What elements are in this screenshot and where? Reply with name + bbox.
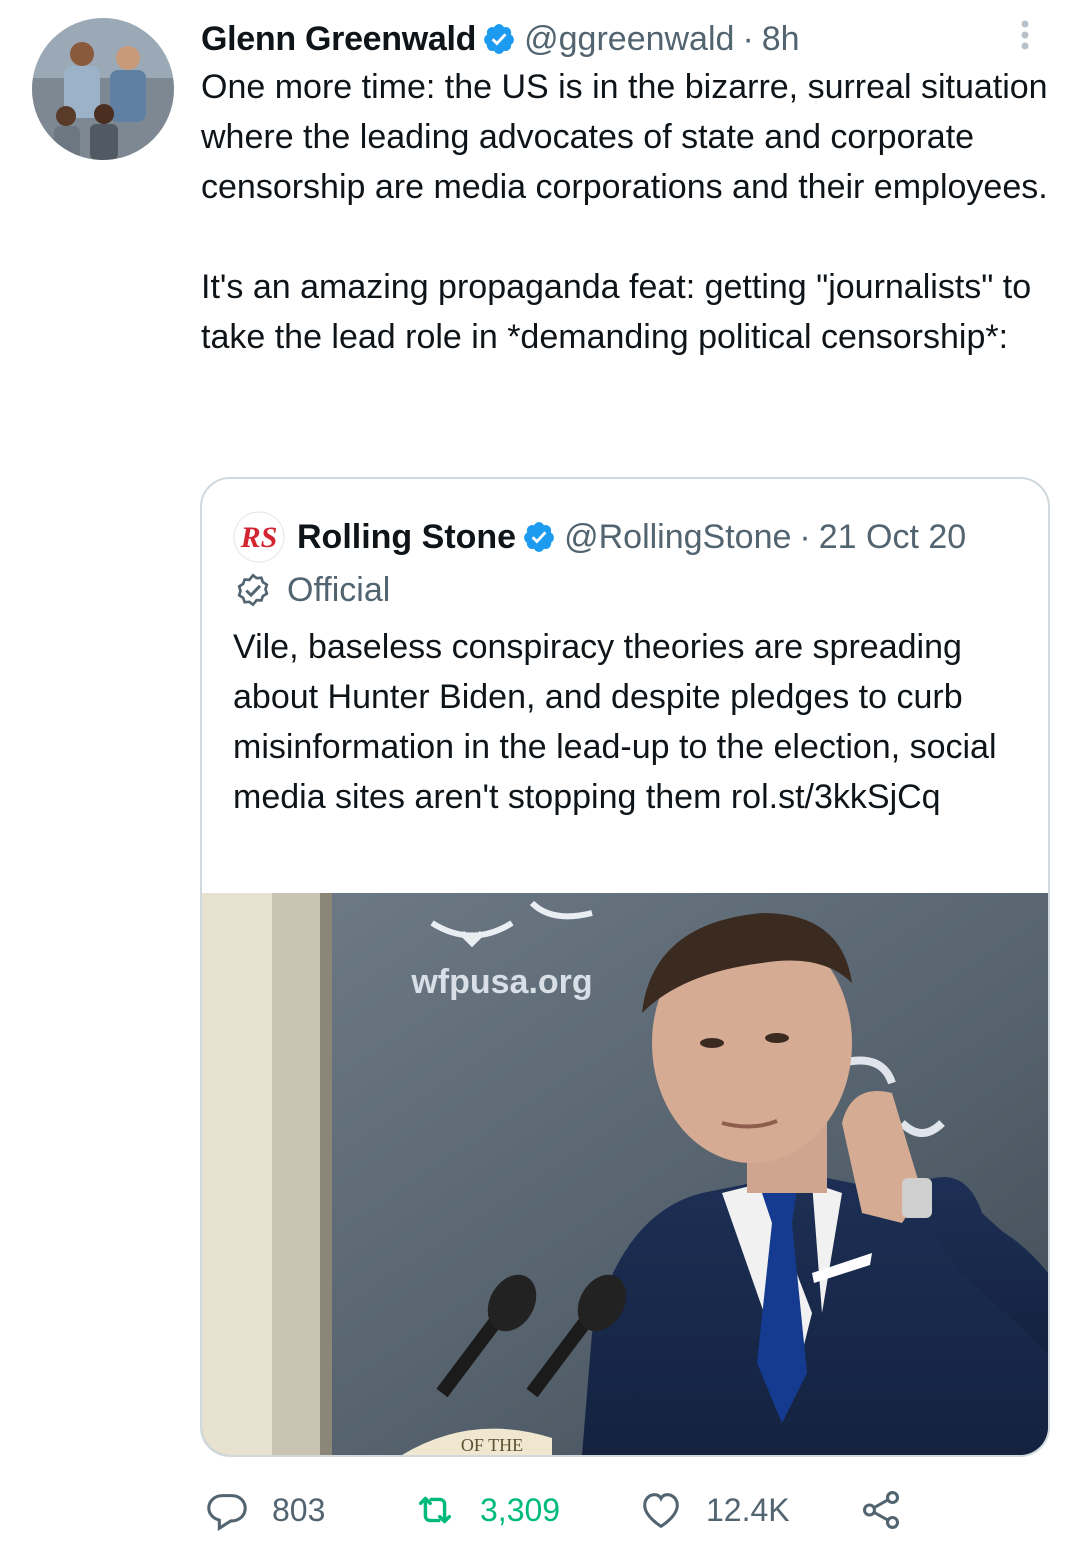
profile-photo-avatar [32,18,174,160]
verified-badge-icon [522,520,556,554]
author-name[interactable]: Glenn Greenwald [201,14,476,64]
tweet-action-bar: 803 3,309 12.4K [200,1480,1060,1540]
more-options-icon[interactable] [1010,18,1040,58]
reply-icon [204,1487,250,1533]
tweet-paragraph-2: It's an amazing propaganda feat: getting… [201,268,1032,356]
verified-badge-icon [482,22,516,56]
tweet-timestamp[interactable]: 8h [762,14,800,64]
quoted-author-name[interactable]: Rolling Stone [297,518,516,557]
backdrop-text: wfpusa.org [410,963,592,1001]
tweet-text: One more time: the US is in the bizarre,… [201,62,1051,362]
like-count: 12.4K [706,1491,790,1528]
quoted-tweet-image[interactable]: wfpusa.org OF THE [202,893,1048,1455]
like-button[interactable]: 12.4K [638,1480,790,1540]
tweet-paragraph-1: One more time: the US is in the bizarre,… [201,68,1048,206]
quoted-tweet-card[interactable]: RS Rolling Stone @RollingStone · 21 Oct … [200,477,1050,1457]
retweet-icon [412,1487,458,1533]
author-avatar[interactable] [32,18,174,160]
header-separator: · [742,20,754,58]
retweet-button[interactable]: 3,309 [412,1480,560,1540]
official-label-text: Official [287,570,391,609]
official-label: Official [233,565,390,615]
author-handle[interactable]: @ggreenwald [524,14,734,64]
reply-button[interactable]: 803 [204,1480,325,1540]
official-badge-icon [233,570,273,610]
reply-count: 803 [272,1491,326,1528]
quoted-tweet-text: Vile, baseless conspiracy theories are s… [233,628,997,816]
quoted-tweet-header: RS Rolling Stone @RollingStone · 21 Oct … [233,511,1043,563]
tweet-header: Glenn Greenwald @ggreenwald · 8h [201,14,1061,64]
quoted-tweet-timestamp[interactable]: 21 Oct 20 [819,518,966,557]
share-icon [858,1487,904,1533]
quoted-header-separator: · [799,517,811,556]
like-icon [638,1487,684,1533]
share-button[interactable] [858,1480,926,1540]
rs-logo-text: RS [240,521,278,554]
retweet-count: 3,309 [480,1491,561,1528]
speaker-photo: wfpusa.org OF THE [202,893,1048,1455]
quoted-author-handle[interactable]: @RollingStone [564,518,791,557]
rolling-stone-logo: RS [233,511,285,563]
podium-text: OF THE [461,1435,523,1455]
